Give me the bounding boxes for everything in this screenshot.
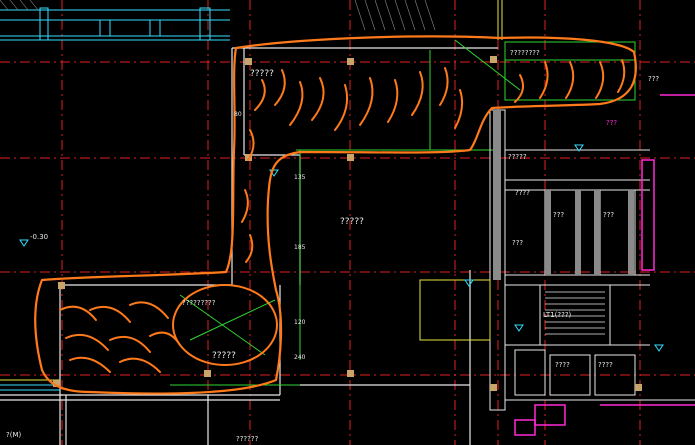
room-right-4: ??? <box>512 239 524 247</box>
stair-label: LT1(???) <box>543 311 572 319</box>
label-top-right: ??? <box>648 75 660 83</box>
dimension-c: 120 <box>294 319 306 326</box>
room-label-south: ????? <box>212 351 236 361</box>
top-walls <box>0 7 230 41</box>
top-hatch <box>0 0 436 31</box>
level-mark-left: -0.30 <box>30 233 49 241</box>
note-right: ???????? <box>510 49 540 57</box>
magenta-accents <box>514 94 695 436</box>
note-left: ????????? <box>182 299 216 307</box>
room-right-3: ??? <box>603 211 615 219</box>
dimension-e: 80 <box>234 111 242 118</box>
label-right-side: ??? <box>606 119 618 127</box>
room-right-7: ???? <box>515 189 530 197</box>
room-right-5: ???? <box>555 361 570 369</box>
label-bottom-mid: ?????? <box>236 435 259 443</box>
yellow-accents <box>0 0 503 381</box>
room-label-main: ????? <box>340 217 364 227</box>
green-lines <box>170 39 636 386</box>
dimension-b: 185 <box>294 244 306 251</box>
room-right-1: ????? <box>508 153 527 161</box>
label-bottom-left: ?(M) <box>6 431 22 439</box>
room-label-north: ????? <box>250 69 274 79</box>
cad-drawing-canvas: ????? ????? ????? ???????? ????????? 135… <box>0 0 695 445</box>
room-right-2: ??? <box>553 211 565 219</box>
cyan-accents <box>0 144 664 391</box>
room-right-6: ???? <box>598 361 613 369</box>
dimension-d: 240 <box>294 354 306 361</box>
dimension-a: 135 <box>294 174 306 181</box>
